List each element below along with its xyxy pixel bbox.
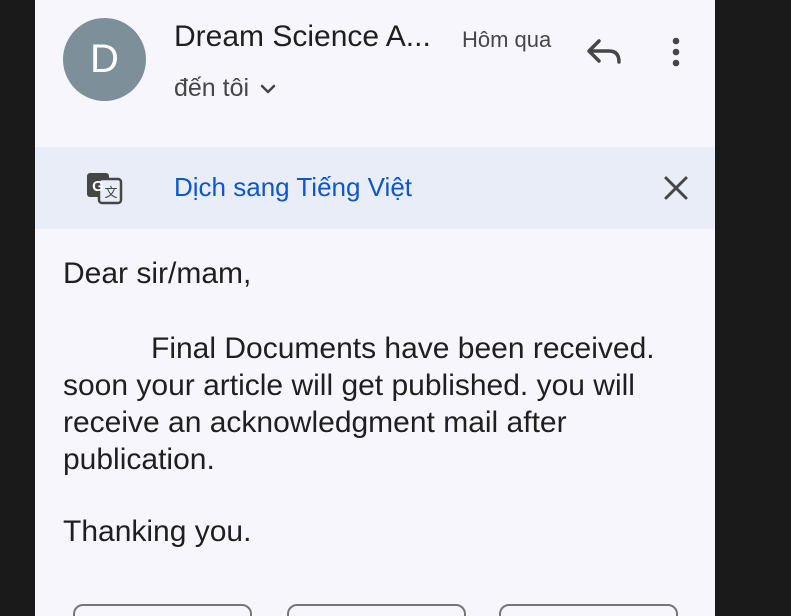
right-dark-border [715,0,791,616]
chevron-down-icon [260,84,276,93]
email-paragraph: Final Documents have been received. [63,330,703,367]
close-translate-button[interactable] [661,173,691,203]
email-closing: Thanking you. [63,515,252,548]
reply-action-chip[interactable] [73,604,252,616]
svg-text:G: G [92,178,104,195]
email-time: Hôm qua [462,27,552,52]
reply-actions-row [35,604,715,616]
reply-icon [587,39,621,64]
paragraph-line-2: soon your article will get published. yo… [63,369,635,402]
email-greeting: Dear sir/mam, [63,257,252,290]
paragraph-line-4: publication. [63,443,215,476]
more-vert-icon [672,37,680,67]
reply-all-action-chip[interactable] [287,604,466,616]
reply-button[interactable] [583,32,627,72]
svg-text:文: 文 [104,185,117,200]
translate-banner: G 文 Dịch sang Tiếng Việt [35,147,715,229]
translate-icon: G 文 [87,173,123,205]
left-dark-border [0,0,35,616]
recipient-toggle[interactable]: đến tôi [174,74,277,103]
email-body: Dear sir/mam, Final Documents have been … [63,255,703,550]
forward-action-chip[interactable] [499,604,678,616]
email-view: D Dream Science A... Hôm qua đến tôi G 文… [35,0,715,616]
close-icon [664,176,688,200]
recipient-label: đến tôi [174,74,250,102]
paragraph-line-1: Final Documents have been received. [151,332,655,365]
sender-name[interactable]: Dream Science A... [174,20,431,54]
more-options-button[interactable] [661,32,691,72]
avatar-letter: D [90,37,119,81]
paragraph-line-3: receive an acknowledgment mail after [63,406,567,439]
translate-link[interactable]: Dịch sang Tiếng Việt [174,172,412,203]
avatar[interactable]: D [63,18,146,101]
